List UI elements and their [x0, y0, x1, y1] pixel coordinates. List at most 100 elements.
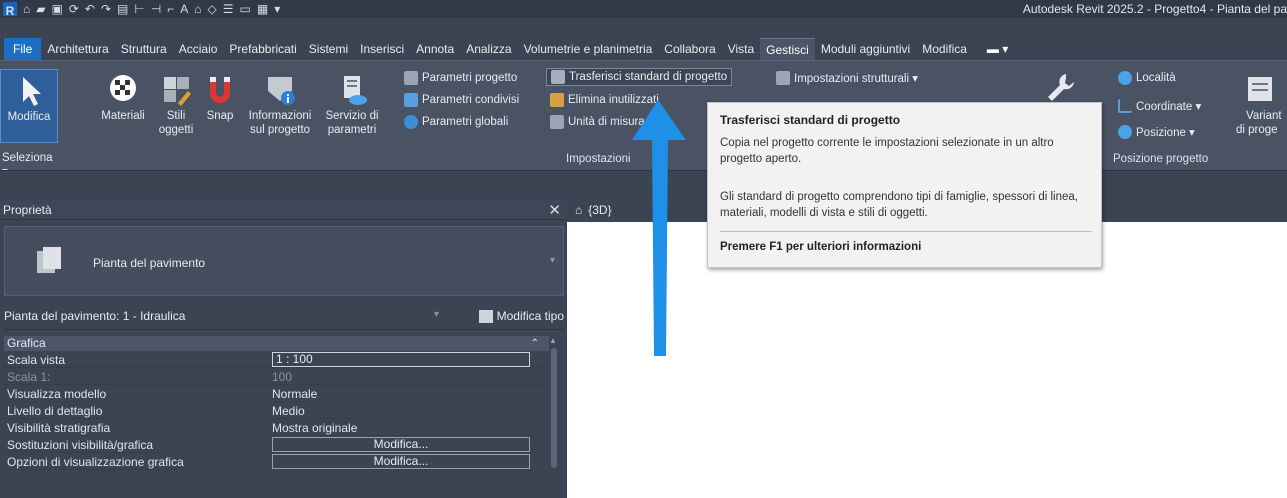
- tab-vista[interactable]: Vista: [722, 38, 760, 60]
- redo-icon[interactable]: ↷: [101, 0, 111, 18]
- tab-architettura[interactable]: Architettura: [41, 38, 114, 60]
- magnet-icon: [210, 77, 230, 103]
- visibility-graphics-edit-button[interactable]: Modifica...: [272, 437, 530, 452]
- trasferisci-standard-button[interactable]: Trasferisci standard di progetto: [546, 68, 733, 86]
- tab-sistemi[interactable]: Sistemi: [303, 38, 354, 60]
- tab-3d-view[interactable]: ⌂ {3D}: [575, 203, 612, 217]
- coordinate-button[interactable]: Coordinate ▾: [1118, 97, 1201, 115]
- parametri-progetto-label: Parametri progetto: [422, 72, 518, 84]
- modifica-label: Modifica: [7, 111, 51, 123]
- posizione-button[interactable]: Posizione ▾: [1118, 123, 1195, 141]
- save-icon[interactable]: ▣: [51, 0, 62, 18]
- parametri-progetto-button[interactable]: Parametri progetto: [404, 69, 517, 87]
- panel-options-icon[interactable]: ▬ ▾: [981, 38, 1014, 60]
- thin-lines-icon[interactable]: ☰: [223, 0, 234, 18]
- section-icon[interactable]: ◇: [208, 0, 217, 18]
- coordinate-label: Coordinate ▾: [1136, 101, 1202, 113]
- informazioni-progetto-button[interactable]: Informazioni sul progetto: [244, 73, 316, 137]
- varianti-button[interactable]: Variant di proge: [1236, 73, 1287, 137]
- row-value[interactable]: Mostra originale: [272, 421, 357, 435]
- tab-volumetrie[interactable]: Volumetrie e planimetria: [518, 38, 659, 60]
- structural-settings-icon: [776, 71, 790, 85]
- tab-annota[interactable]: Annota: [410, 38, 460, 60]
- localita-button[interactable]: Località: [1118, 69, 1176, 87]
- tab-struttura[interactable]: Struttura: [115, 38, 173, 60]
- parametri-globali-label: Parametri globali: [422, 116, 509, 128]
- dimension-icon[interactable]: ⊣: [151, 0, 161, 18]
- stili-label-line1: Stili: [166, 110, 186, 122]
- tab-inserisci[interactable]: Inserisci: [354, 38, 410, 60]
- customize-qa-icon[interactable]: ▾: [274, 0, 280, 18]
- undo-icon[interactable]: ↶: [85, 0, 95, 18]
- scroll-up-icon[interactable]: ▲: [549, 336, 557, 345]
- properties-palette: Proprietà ✕ Pianta del pavimento ▾ Piant…: [0, 200, 567, 498]
- close-hidden-icon[interactable]: ▭: [240, 0, 251, 18]
- snap-button[interactable]: Snap: [202, 73, 238, 123]
- servizio-label-line2: parametri: [327, 124, 377, 136]
- tab-prefabbricati[interactable]: Prefabbricati: [223, 38, 302, 60]
- servizio-label-line1: Servizio di: [325, 110, 379, 122]
- row-key: Visibilità stratigrafia: [7, 421, 111, 435]
- tab-collabora[interactable]: Collabora: [658, 38, 721, 60]
- tab-file[interactable]: File: [4, 38, 42, 60]
- tab-analizza[interactable]: Analizza: [460, 38, 517, 60]
- tab-gestisci[interactable]: Gestisci: [760, 38, 815, 60]
- tag-icon[interactable]: ⌐: [167, 0, 174, 18]
- tooltip-title: Trasferisci standard di progetto: [720, 113, 901, 127]
- annotation-arrow-icon: [632, 100, 686, 356]
- measure-icon[interactable]: ⊢: [134, 0, 144, 18]
- impostazioni-strutturali-button[interactable]: Impostazioni strutturali ▾: [776, 69, 918, 87]
- instance-dropdown-icon[interactable]: ▾: [434, 309, 439, 320]
- graphic-display-edit-button[interactable]: Modifica...: [272, 454, 530, 469]
- impostazioni-strutturali-label: Impostazioni strutturali ▾: [794, 73, 919, 85]
- 3d-view-icon[interactable]: ⌂: [194, 0, 201, 18]
- floor-plan-type-icon: [37, 247, 61, 273]
- properties-header: Proprietà ✕: [0, 200, 567, 220]
- tab-3d-label: {3D}: [588, 203, 612, 217]
- informazioni-label-line2: sul progetto: [249, 124, 311, 136]
- switch-windows-icon[interactable]: ▦: [257, 0, 268, 18]
- materiali-label: Materiali: [101, 110, 145, 122]
- shared-parameters-icon: [404, 93, 418, 107]
- tab-acciaio[interactable]: Acciaio: [173, 38, 224, 60]
- parametri-globali-button[interactable]: Parametri globali: [404, 113, 508, 131]
- scala-vista-field[interactable]: 1 : 100: [272, 352, 530, 367]
- parameter-service-icon: [344, 76, 367, 105]
- parametri-condivisi-button[interactable]: Parametri condivisi: [404, 91, 519, 109]
- servizio-parametri-button[interactable]: Servizio di parametri: [322, 73, 382, 137]
- materiali-button[interactable]: Materiali: [98, 73, 148, 123]
- tab-moduli-aggiuntivi[interactable]: Moduli aggiuntivi: [815, 38, 916, 60]
- home-icon[interactable]: ⌂: [23, 0, 30, 18]
- open-icon[interactable]: ▰: [36, 0, 45, 18]
- row-key: Scala vista: [7, 353, 66, 367]
- tooltip-detail: Gli standard di progetto comprendono tip…: [720, 191, 1078, 219]
- localita-label: Località: [1136, 72, 1176, 84]
- type-selector[interactable]: Pianta del pavimento ▾: [4, 226, 564, 296]
- menu-bar: File Architettura Struttura Acciaio Pref…: [0, 38, 1287, 60]
- scroll-thumb[interactable]: [551, 348, 557, 468]
- materials-icon: [110, 75, 136, 101]
- project-parameters-icon: [404, 71, 418, 85]
- posizione-progetto-panel-label: Posizione progetto: [1113, 153, 1209, 165]
- stili-oggetti-button[interactable]: Stili oggetti: [154, 73, 198, 137]
- properties-scrollbar[interactable]: ▲: [549, 336, 559, 498]
- modifica-tipo-button[interactable]: Modifica tipo: [478, 309, 564, 323]
- row-key: Scala 1:: [7, 370, 51, 384]
- varianti-label-line1: Variant: [1246, 110, 1282, 122]
- revit-logo-icon[interactable]: R: [3, 2, 17, 18]
- tab-modifica[interactable]: Modifica: [916, 38, 973, 60]
- edit-type-icon: [478, 309, 493, 323]
- collapse-icon[interactable]: ⌃: [531, 336, 539, 351]
- row-value[interactable]: Normale: [272, 387, 317, 401]
- row-key: Livello di dettaglio: [7, 404, 103, 418]
- instance-selector[interactable]: Pianta del pavimento: 1 - Idraulica: [4, 309, 185, 323]
- row-value[interactable]: Medio: [272, 404, 305, 418]
- text-icon[interactable]: A: [180, 0, 188, 18]
- cursor-icon: [23, 77, 41, 106]
- modifica-button[interactable]: Modifica: [0, 69, 58, 143]
- close-icon[interactable]: ✕: [548, 201, 561, 219]
- type-dropdown-icon[interactable]: ▾: [550, 255, 555, 266]
- section-grafica[interactable]: Grafica ⌃: [4, 336, 549, 351]
- sync-icon[interactable]: ⟳: [69, 0, 79, 18]
- print-icon[interactable]: ▤: [117, 0, 128, 18]
